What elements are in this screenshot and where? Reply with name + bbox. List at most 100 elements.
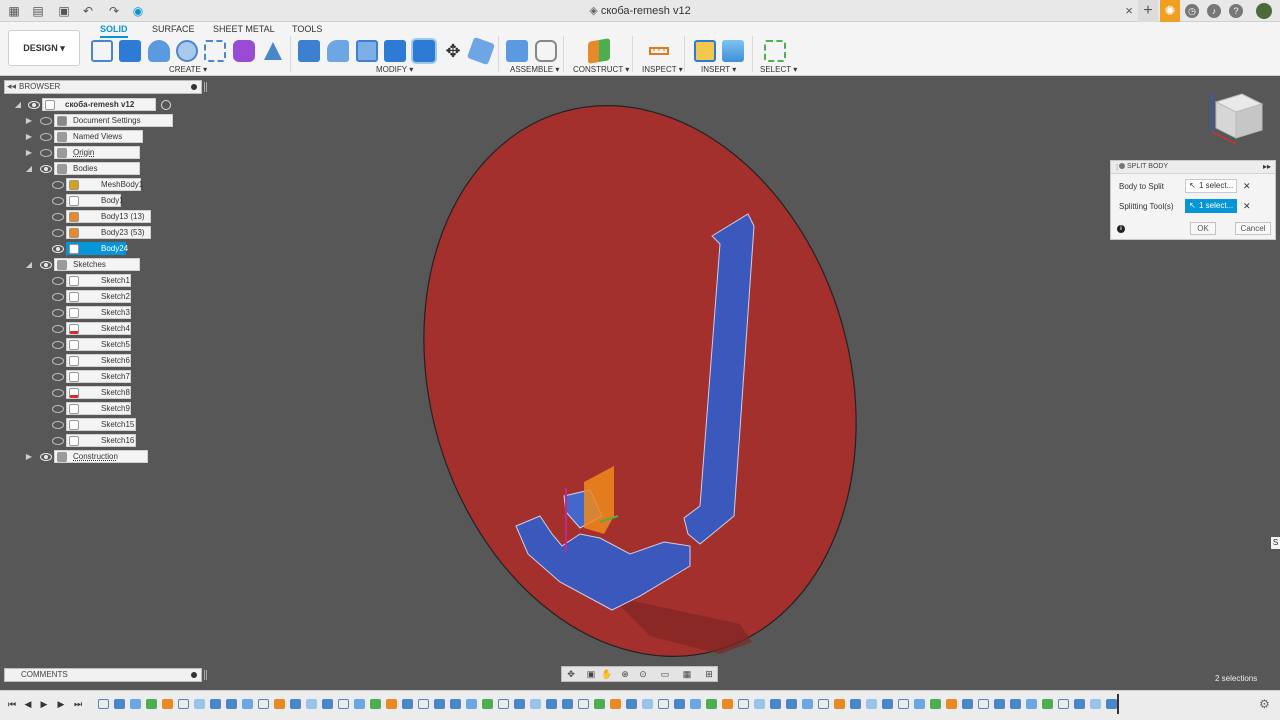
- zoom-icon[interactable]: ⊕: [618, 669, 632, 679]
- side-panel-tab[interactable]: S: [1271, 537, 1280, 549]
- browser-tree-row[interactable]: ◢ Bodies: [0, 162, 200, 175]
- go-to-start-icon[interactable]: ⏮: [6, 698, 18, 710]
- timeline-feature[interactable]: [258, 699, 269, 709]
- tab-surface[interactable]: SURFACE: [152, 24, 195, 34]
- panel-resize-handle[interactable]: [204, 670, 207, 680]
- pan-hand-icon[interactable]: ✋: [600, 669, 614, 679]
- timeline-feature[interactable]: [610, 699, 621, 709]
- user-avatar[interactable]: [1256, 3, 1272, 19]
- browser-tree-row[interactable]: Sketch9: [0, 402, 200, 415]
- dialog-header[interactable]: ⁞ SPLIT BODY ▸▸: [1111, 161, 1275, 174]
- canvas-image-icon[interactable]: [722, 40, 744, 62]
- browser-tree-row[interactable]: ◢ Sketches: [0, 258, 200, 271]
- move-copy-icon[interactable]: ✥: [442, 40, 464, 62]
- grid-settings-icon[interactable]: ▦: [680, 669, 694, 679]
- browser-item-body1[interactable]: Body1: [66, 194, 124, 207]
- browser-item-origin[interactable]: Origin: [54, 146, 140, 159]
- browser-item-named-views[interactable]: Named Views: [54, 130, 143, 143]
- ok-button[interactable]: OK: [1190, 222, 1216, 235]
- timeline-feature[interactable]: [674, 699, 685, 709]
- browser-tree-row[interactable]: ▶ Construction: [0, 450, 200, 463]
- joint-icon[interactable]: [535, 40, 557, 62]
- timeline-feature[interactable]: [418, 699, 429, 709]
- timeline-feature[interactable]: [530, 699, 541, 709]
- timeline-feature[interactable]: [322, 699, 333, 709]
- browser-item-body24[interactable]: Body24: [66, 242, 128, 255]
- timeline-feature[interactable]: [770, 699, 781, 709]
- create-menu[interactable]: CREATE ▾: [169, 65, 207, 74]
- timeline-feature[interactable]: [578, 699, 589, 709]
- inspect-menu[interactable]: INSPECT ▾: [642, 65, 683, 74]
- timeline-feature[interactable]: [834, 699, 845, 709]
- timeline-feature[interactable]: [962, 699, 973, 709]
- browser-item-sketch8[interactable]: Sketch8: [66, 386, 131, 399]
- timeline-feature[interactable]: [546, 699, 557, 709]
- hole-icon[interactable]: [176, 40, 198, 62]
- timeline-feature[interactable]: [626, 699, 637, 709]
- browser-item-bodies[interactable]: Bodies: [54, 162, 140, 175]
- timeline-feature[interactable]: [866, 699, 877, 709]
- browser-tree-row[interactable]: ▶ Document Settings: [0, 114, 200, 127]
- browser-tree-row[interactable]: Body13 (13): [0, 210, 200, 223]
- timeline-feature[interactable]: [482, 699, 493, 709]
- notifications-bell-icon[interactable]: ♪: [1207, 4, 1221, 18]
- splitting-tools-selector[interactable]: ↖ 1 select...: [1185, 199, 1237, 213]
- visibility-eye-icon[interactable]: [52, 373, 64, 381]
- timeline-feature[interactable]: [386, 699, 397, 709]
- insert-menu[interactable]: INSERT ▾: [701, 65, 736, 74]
- timeline-feature[interactable]: [914, 699, 925, 709]
- timeline-feature[interactable]: [786, 699, 797, 709]
- visibility-eye-icon[interactable]: [52, 213, 64, 221]
- insert-mesh-icon[interactable]: [694, 40, 716, 62]
- timeline-feature[interactable]: [930, 699, 941, 709]
- assemble-menu[interactable]: ASSEMBLE ▾: [510, 65, 559, 74]
- expand-arrow-icon[interactable]: ▶: [25, 114, 33, 127]
- browser-item-meshbody1[interactable]: MeshBody1: [66, 178, 143, 191]
- timeline-feature[interactable]: [898, 699, 909, 709]
- splitting-plane[interactable]: [361, 76, 919, 690]
- browser-tree-row[interactable]: Sketch7: [0, 370, 200, 383]
- visibility-eye-icon[interactable]: [40, 453, 52, 461]
- timeline-feature[interactable]: [1010, 699, 1021, 709]
- collapse-arrow-icon[interactable]: ◢: [25, 162, 33, 175]
- collapse-arrow-icon[interactable]: ◢: [25, 258, 33, 271]
- close-tab-icon[interactable]: ×: [1122, 3, 1136, 19]
- browser-item-sketch9[interactable]: Sketch9: [66, 402, 131, 415]
- browser-item-sketch4[interactable]: Sketch4: [66, 322, 131, 335]
- visibility-eye-icon[interactable]: [52, 405, 64, 413]
- timeline-feature[interactable]: [178, 699, 189, 709]
- body-to-split-selector[interactable]: ↖ 1 select...: [1185, 179, 1237, 193]
- tab-sheet-metal[interactable]: SHEET METAL: [213, 24, 275, 34]
- timeline-feature[interactable]: [818, 699, 829, 709]
- extensions-icon[interactable]: ✺: [1160, 0, 1180, 22]
- visibility-eye-icon[interactable]: [52, 325, 64, 333]
- timeline-feature[interactable]: [642, 699, 653, 709]
- timeline-feature[interactable]: [594, 699, 605, 709]
- expand-arrow-icon[interactable]: ▶: [25, 130, 33, 143]
- browser-item-скоба-remesh-v12[interactable]: скоба-remesh v12: [42, 98, 171, 111]
- timeline-marker[interactable]: [1117, 694, 1119, 714]
- timeline-feature[interactable]: [450, 699, 461, 709]
- browser-tree-row[interactable]: ◢ скоба-remesh v12: [0, 98, 200, 111]
- timeline-feature[interactable]: [306, 699, 317, 709]
- step-forward-icon[interactable]: ▶: [55, 698, 67, 710]
- shell-icon[interactable]: [356, 40, 378, 62]
- new-component-icon[interactable]: [506, 40, 528, 62]
- browser-tree-row[interactable]: Sketch2: [0, 290, 200, 303]
- timeline-feature[interactable]: [242, 699, 253, 709]
- visibility-eye-icon[interactable]: [40, 149, 52, 157]
- job-status-clock-icon[interactable]: ◷: [1185, 4, 1199, 18]
- comments-panel-header[interactable]: COMMENTS: [4, 668, 207, 682]
- timeline-feature[interactable]: [466, 699, 477, 709]
- browser-item-sketch15[interactable]: Sketch15: [66, 418, 136, 431]
- visibility-eye-icon[interactable]: [52, 181, 64, 189]
- visibility-eye-icon[interactable]: [28, 101, 40, 109]
- timeline-feature[interactable]: [754, 699, 765, 709]
- pattern-icon[interactable]: [204, 40, 226, 62]
- visibility-eye-icon[interactable]: [40, 165, 52, 173]
- clear-body-selection-icon[interactable]: ✕: [1243, 181, 1251, 192]
- panel-resize-handle[interactable]: [204, 82, 207, 92]
- timeline-feature[interactable]: [1042, 699, 1053, 709]
- timeline-feature[interactable]: [1074, 699, 1085, 709]
- pin-panel-icon[interactable]: [191, 84, 197, 90]
